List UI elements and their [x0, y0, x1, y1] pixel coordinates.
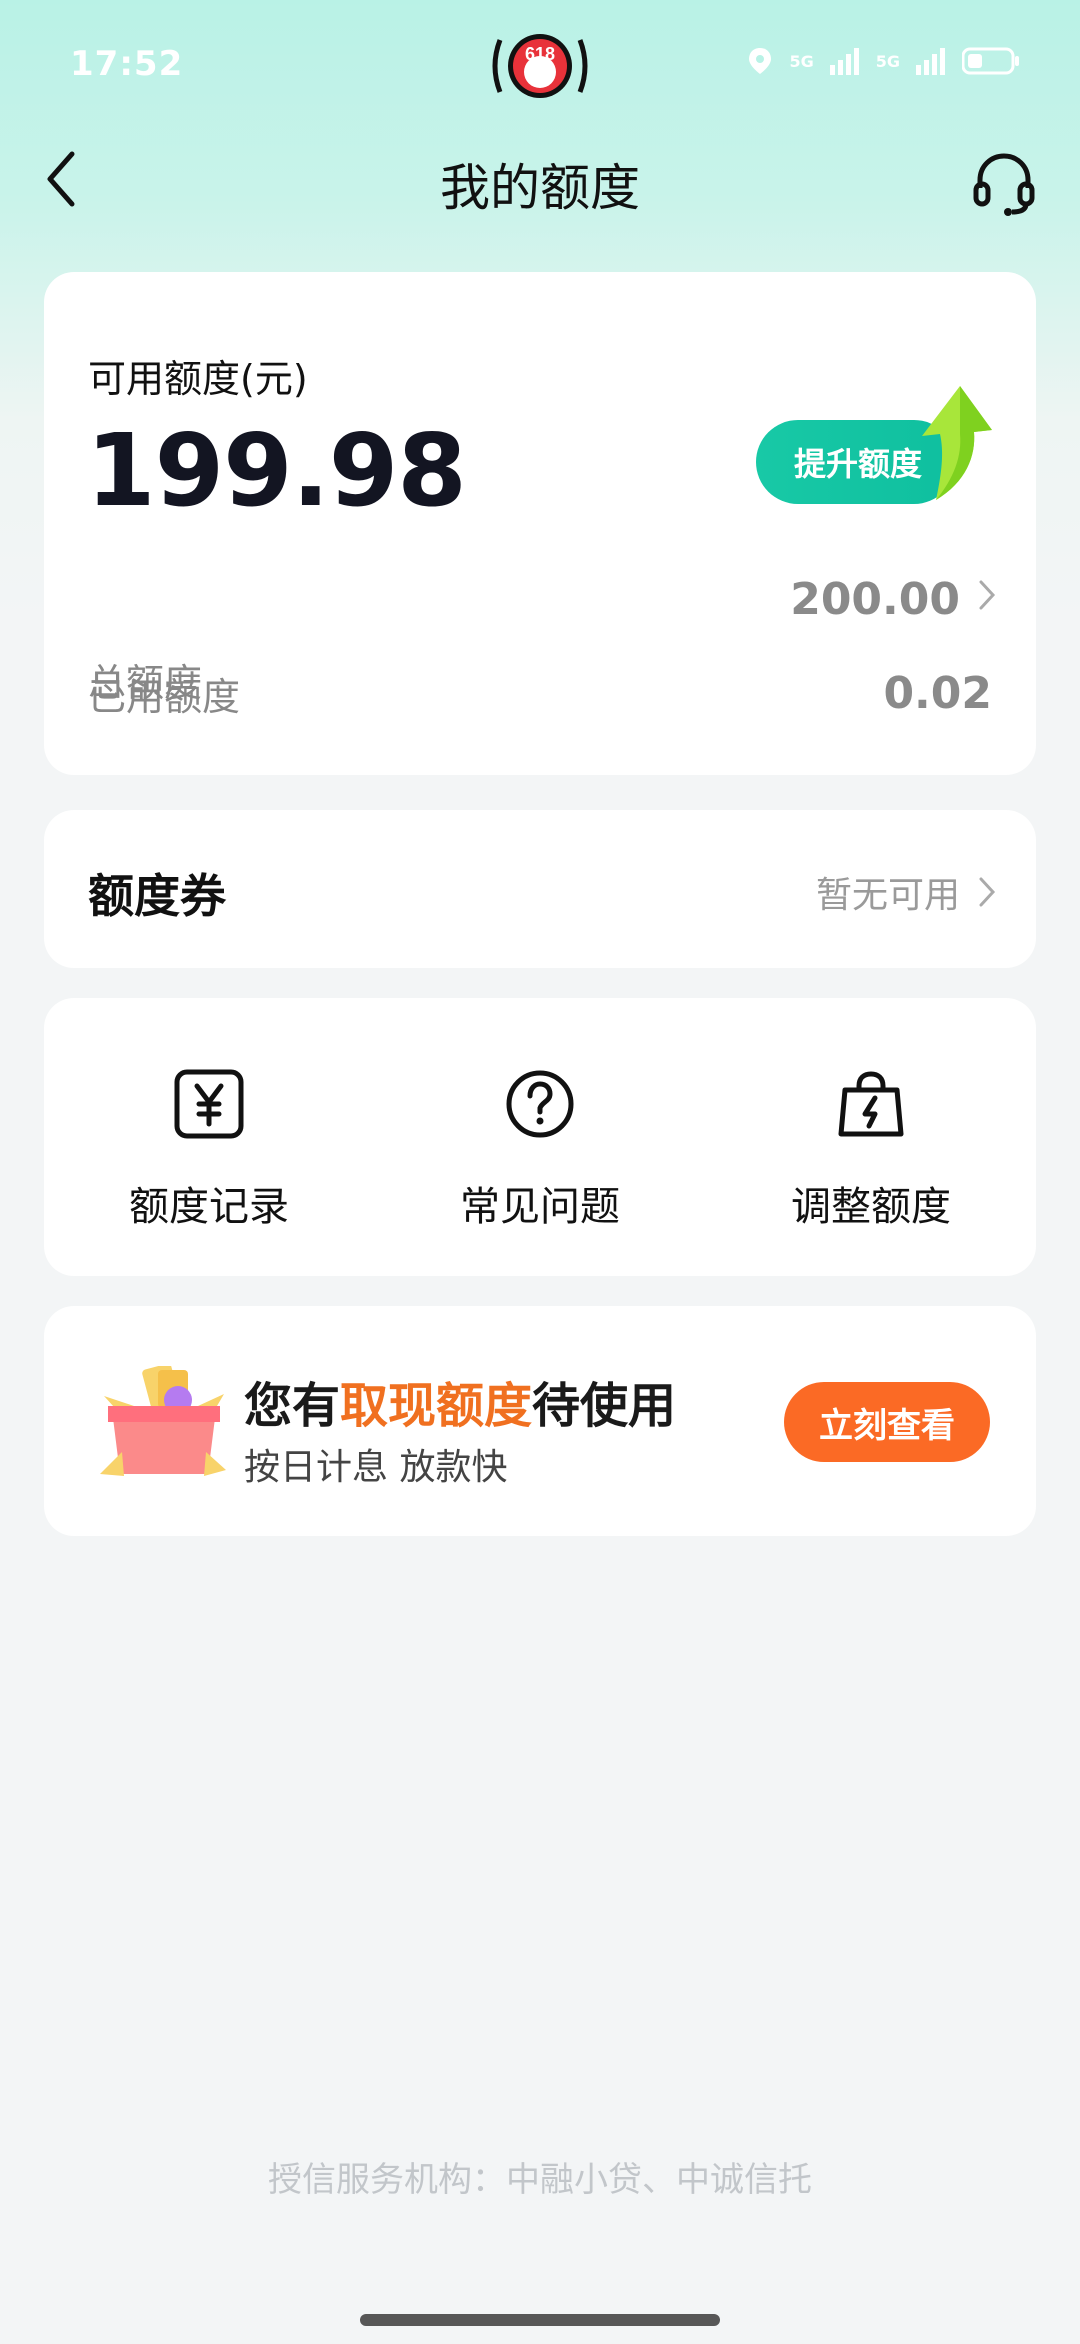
battery-icon — [962, 47, 1019, 75]
home-indicator[interactable] — [360, 2314, 720, 2326]
signal-2-label: 5G — [875, 51, 900, 71]
feature-label: 额度记录 — [129, 1184, 289, 1230]
feature-grid: 额度记录 常见问题 调整额度 — [44, 998, 1036, 1276]
raise-quota-button[interactable]: 提升额度 — [756, 386, 996, 504]
used-quota-label: 已用额度 — [88, 675, 241, 719]
used-quota-value: 0.02 — [883, 668, 992, 719]
quota-card: 可用额度(元) 199.98 提升额度 总额度 200.00 已用额度 0.02 — [44, 272, 1036, 775]
coupon-status: 暂无可用 — [816, 866, 996, 918]
up-arrow-icon — [922, 386, 992, 500]
headset-icon[interactable] — [968, 148, 1040, 220]
available-quota-label: 可用额度(元) — [88, 357, 308, 401]
feature-quota-record[interactable]: 额度记录 — [44, 1068, 374, 1232]
footer-credit-institutions: 授信服务机构：中融小贷、中诚信托 — [268, 2160, 812, 2200]
total-quota-row[interactable]: 200.00 — [790, 574, 996, 625]
page-title: 我的额度 — [440, 159, 640, 217]
quota-coupon-row[interactable]: 额度券 暂无可用 — [44, 810, 1036, 968]
total-quota-value: 200.00 — [790, 574, 960, 625]
chevron-right-icon — [979, 877, 996, 907]
promo-subtitle: 按日计息 放款快 — [244, 1447, 508, 1488]
question-icon — [504, 1068, 576, 1140]
available-quota-value: 199.98 — [86, 412, 467, 529]
coupon-label: 额度券 — [88, 869, 226, 923]
feature-adjust-quota[interactable]: 调整额度 — [706, 1068, 1036, 1232]
promo-title-highlight: 取现额度 — [340, 1378, 533, 1434]
feature-faq[interactable]: 常见问题 — [375, 1068, 705, 1232]
cash-quota-promo[interactable]: 您有取现额度待使用 按日计息 放款快 立刻查看 — [44, 1306, 1036, 1536]
status-icons: 5G 5G — [745, 46, 1020, 76]
gift-box-icon — [94, 1363, 234, 1478]
signal-1-label: 5G — [789, 51, 814, 71]
yen-record-icon — [173, 1068, 245, 1140]
signal-2-icon — [916, 48, 945, 75]
promo-title: 您有取现额度待使用 — [244, 1366, 676, 1436]
bag-bolt-icon — [835, 1068, 907, 1140]
chevron-right-icon — [978, 579, 996, 620]
coupon-status-text: 暂无可用 — [815, 875, 960, 916]
location-icon — [749, 48, 772, 74]
view-now-button[interactable]: 立刻查看 — [784, 1382, 990, 1462]
feature-label: 常见问题 — [460, 1184, 620, 1230]
promo-title-suffix: 待使用 — [532, 1378, 677, 1434]
status-time: 17:52 — [70, 44, 184, 84]
badge-text: 618 — [525, 44, 555, 64]
signal-1-icon — [829, 48, 859, 75]
feature-label: 调整额度 — [791, 1184, 951, 1230]
promo-title-prefix: 您有 — [244, 1378, 341, 1434]
618-badge-icon: 618 — [488, 30, 592, 102]
